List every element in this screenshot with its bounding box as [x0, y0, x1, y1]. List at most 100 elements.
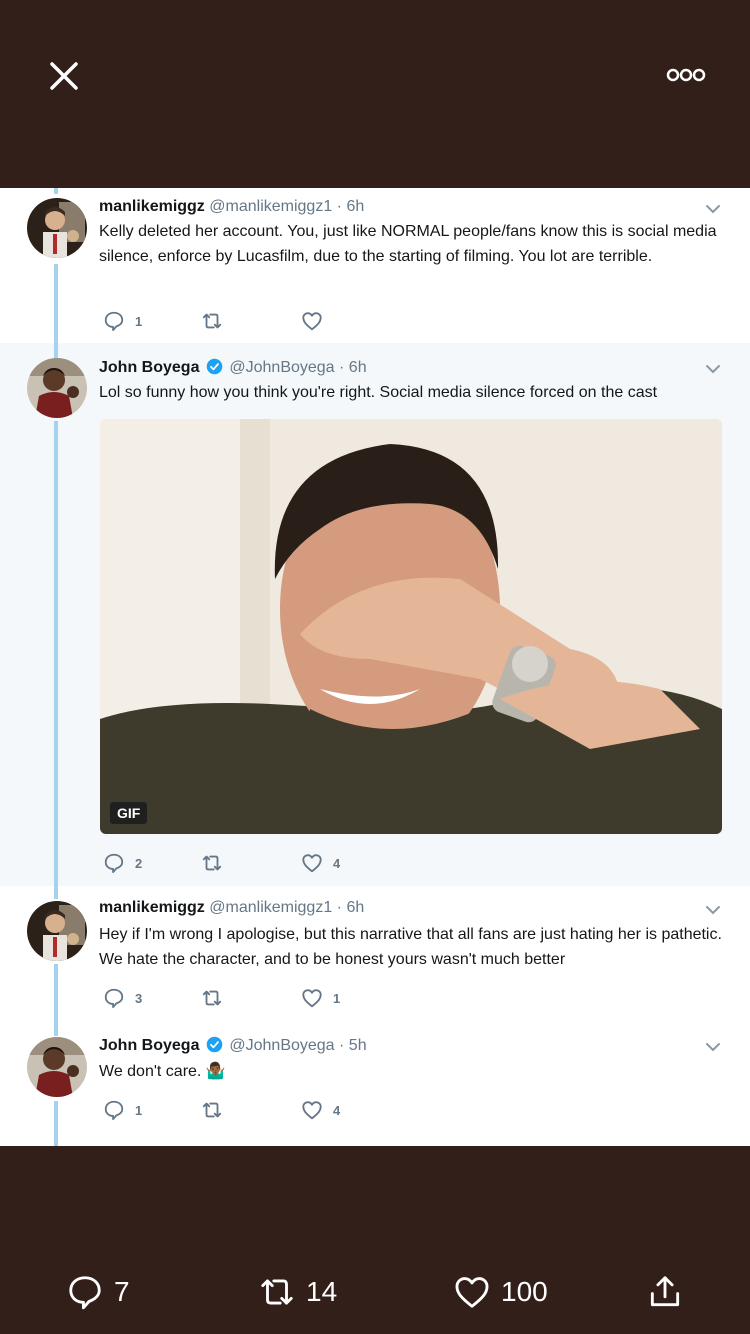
tweet-actions: 2 4: [99, 851, 499, 875]
reply-count: 1: [135, 1102, 143, 1118]
tweet-time: · 6h: [336, 198, 365, 215]
retweet-button[interactable]: [201, 1098, 233, 1122]
thread-line: [54, 188, 58, 194]
close-button[interactable]: [42, 54, 86, 98]
heart-icon: [302, 312, 322, 331]
author-handle[interactable]: @JohnBoyega: [229, 1037, 334, 1054]
tweet-time: · 6h: [339, 359, 367, 376]
bottom-like-count: 100: [501, 1276, 548, 1307]
tweet-actions: 1 4: [99, 1098, 499, 1122]
chevron-down-icon[interactable]: [702, 899, 724, 921]
reply-button[interactable]: 1: [103, 1098, 142, 1122]
retweet-icon: [202, 855, 222, 871]
verified-badge-icon: [206, 1036, 223, 1053]
tweet-header: manlikemiggz @manlikemiggz1 · 6h: [99, 899, 364, 917]
thread-line: [54, 1101, 58, 1146]
bottom-action-bar: 7 14 100: [0, 1146, 750, 1334]
author-handle[interactable]: @JohnBoyega: [229, 359, 334, 376]
avatar[interactable]: [27, 198, 87, 258]
tweet-text: Hey if I'm wrong I apologise, but this n…: [99, 926, 722, 968]
like-button[interactable]: 4: [301, 1098, 340, 1122]
retweet-icon: [202, 1102, 222, 1118]
tweet-actions: 1: [99, 309, 499, 333]
tweet-text: Kelly deleted her account. You, just lik…: [99, 223, 717, 265]
thread-line: [54, 421, 58, 886]
tweet-header: John Boyega @JohnBoyega · 5h: [99, 1036, 367, 1055]
gif-image: [100, 419, 722, 834]
reply-count: 1: [135, 313, 143, 329]
author-name[interactable]: John Boyega: [99, 1037, 199, 1054]
retweet-icon: [202, 313, 222, 329]
thread-line: [54, 264, 58, 343]
avatar-image: [27, 358, 87, 418]
thread-line: [54, 1023, 58, 1036]
tweet-1[interactable]: manlikemiggz @manlikemiggz1 · 6h Kelly d…: [0, 188, 750, 343]
tweet-header: manlikemiggz @manlikemiggz1 · 6h: [99, 198, 364, 216]
retweet-icon: [202, 990, 222, 1006]
tweet-2[interactable]: John Boyega @JohnBoyega · 6h Lol so funn…: [0, 343, 750, 886]
avatar[interactable]: [27, 358, 87, 418]
author-name[interactable]: John Boyega: [99, 359, 199, 376]
share-button[interactable]: [646, 1272, 694, 1312]
tweet-text: Lol so funny how you think you're right.…: [99, 384, 658, 401]
retweet-button[interactable]: [201, 309, 233, 333]
author-name[interactable]: manlikemiggz: [99, 899, 205, 916]
more-options-icon: [666, 68, 706, 82]
chevron-down-icon[interactable]: [702, 198, 724, 220]
retweet-button[interactable]: [201, 986, 233, 1010]
like-count: 1: [333, 990, 341, 1006]
tweet-thread-card: manlikemiggz @manlikemiggz1 · 6h Kelly d…: [0, 188, 750, 1146]
author-name[interactable]: manlikemiggz: [99, 198, 205, 215]
tweet-header: John Boyega @JohnBoyega · 6h: [99, 358, 367, 377]
avatar[interactable]: [27, 1037, 87, 1097]
tweet-3[interactable]: manlikemiggz @manlikemiggz1 · 6h Hey if …: [0, 886, 750, 1023]
like-button[interactable]: 1: [301, 986, 340, 1010]
gif-media[interactable]: GIF: [100, 419, 722, 834]
reply-icon: [69, 1276, 101, 1310]
bottom-retweet-count: 14: [306, 1276, 338, 1307]
gif-badge: GIF: [110, 802, 148, 824]
reply-button[interactable]: 1: [103, 309, 142, 333]
avatar-image: [27, 198, 87, 258]
author-handle[interactable]: @manlikemiggz1: [209, 198, 332, 215]
heart-icon: [302, 854, 322, 873]
like-button[interactable]: [301, 309, 333, 333]
thread-line: [54, 343, 58, 358]
tweet-4[interactable]: John Boyega @JohnBoyega · 5h We don't ca…: [0, 1023, 750, 1146]
thread-line: [54, 886, 58, 899]
more-options-button[interactable]: [660, 60, 712, 90]
bottom-like-button[interactable]: 100: [453, 1272, 548, 1312]
avatar-image: [27, 901, 87, 961]
bottom-retweet-button[interactable]: 14: [258, 1272, 337, 1312]
top-bar: [0, 0, 750, 188]
retweet-icon: [261, 1279, 293, 1305]
thread-line: [54, 964, 58, 1023]
close-icon: [50, 62, 78, 90]
like-button[interactable]: 4: [301, 851, 340, 875]
reply-button[interactable]: 3: [103, 986, 142, 1010]
reply-count: 3: [135, 990, 143, 1006]
tweet-time: · 5h: [339, 1037, 367, 1054]
like-count: 4: [333, 1102, 341, 1118]
reply-icon: [104, 853, 124, 874]
reply-button[interactable]: 2: [103, 851, 142, 875]
reply-count: 2: [135, 855, 143, 871]
verified-badge-icon: [206, 358, 223, 375]
tweet-actions: 3 1: [99, 986, 499, 1010]
share-icon: [650, 1276, 680, 1307]
avatar-image: [27, 1037, 87, 1097]
author-handle[interactable]: @manlikemiggz1: [209, 899, 332, 916]
retweet-button[interactable]: [201, 851, 233, 875]
heart-icon: [302, 1101, 322, 1120]
like-count: 4: [333, 855, 341, 871]
reply-icon: [104, 988, 124, 1009]
tweet-time: · 6h: [336, 899, 365, 916]
tweet-text: We don't care. 🤷🏾‍♂️: [99, 1063, 226, 1080]
bottom-reply-button[interactable]: 7: [66, 1272, 130, 1312]
reply-icon: [104, 1100, 124, 1121]
heart-icon: [302, 989, 322, 1008]
avatar[interactable]: [27, 901, 87, 961]
chevron-down-icon[interactable]: [702, 358, 724, 380]
bottom-reply-count: 7: [114, 1276, 130, 1307]
chevron-down-icon[interactable]: [702, 1036, 724, 1058]
